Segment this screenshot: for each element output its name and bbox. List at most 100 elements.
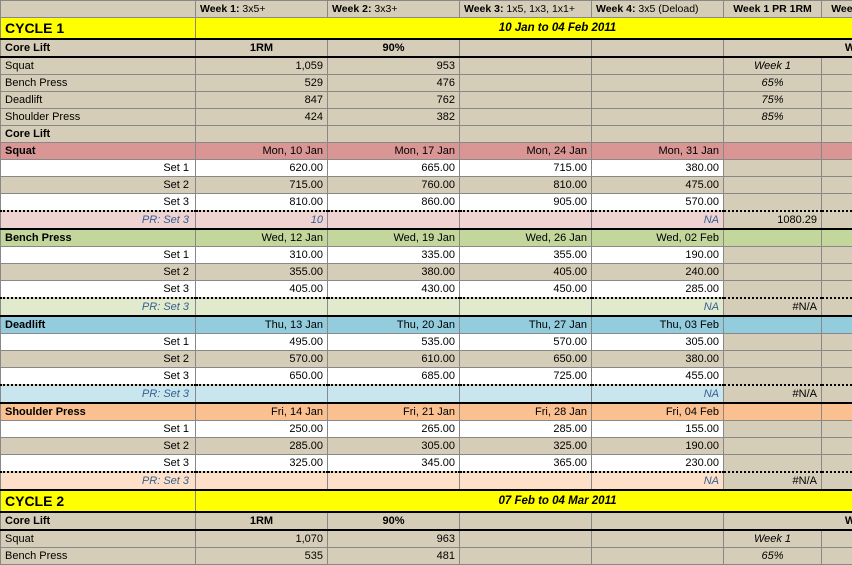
set-value[interactable]: 355.00 <box>196 264 328 281</box>
set-value[interactable]: 345.00 <box>328 455 460 473</box>
set-value[interactable]: 810.00 <box>460 177 592 194</box>
wendler-perc-label: Wendler Perc <box>724 512 852 530</box>
set-value[interactable]: 570.00 <box>196 351 328 368</box>
set-value[interactable]: 285.00 <box>592 281 724 299</box>
set-tail2: 0.00% <box>822 281 852 299</box>
set-label: Set 3 <box>1 368 196 386</box>
set-value[interactable]: 810.00 <box>196 194 328 212</box>
set-value[interactable]: 905.00 <box>460 194 592 212</box>
set-value[interactable]: 455.00 <box>592 368 724 386</box>
set-value[interactable]: 725.00 <box>460 368 592 386</box>
blank <box>460 92 592 109</box>
set-value[interactable]: 715.00 <box>460 160 592 177</box>
wendler-week1: 65% <box>724 75 822 92</box>
set-tail1 <box>724 194 822 212</box>
value-90pct[interactable]: 476 <box>328 75 460 92</box>
set-value[interactable]: 380.00 <box>592 160 724 177</box>
wendler-week1: 65% <box>724 548 822 565</box>
set-tail2 <box>822 421 852 438</box>
blank <box>592 109 724 126</box>
set-value[interactable]: 475.00 <box>592 177 724 194</box>
set-value[interactable]: 860.00 <box>328 194 460 212</box>
lift-date: Wed, 19 Jan <box>328 229 460 247</box>
value-90pct[interactable]: 481 <box>328 548 460 565</box>
set-value[interactable]: 155.00 <box>592 421 724 438</box>
pr-label: PR: Set 3 <box>1 472 196 490</box>
set-value[interactable]: 450.00 <box>460 281 592 299</box>
set-value[interactable]: 310.00 <box>196 247 328 264</box>
value-1rm[interactable]: 529 <box>196 75 328 92</box>
set-value[interactable]: 430.00 <box>328 281 460 299</box>
set-tail1 <box>724 421 822 438</box>
core-lift-label: Core Lift <box>1 39 196 57</box>
set-tail1 <box>724 247 822 264</box>
pr-reps[interactable]: 10 <box>196 211 328 229</box>
set-tail1 <box>724 160 822 177</box>
set-value[interactable]: 325.00 <box>460 438 592 455</box>
core-lift-label: Core Lift <box>1 512 196 530</box>
set-tail1 <box>724 455 822 473</box>
set-value[interactable]: 230.00 <box>592 455 724 473</box>
pr-reps[interactable] <box>196 385 328 403</box>
set-value[interactable]: 760.00 <box>328 177 460 194</box>
blank <box>592 39 724 57</box>
value-1rm[interactable]: 535 <box>196 548 328 565</box>
set-value[interactable]: 715.00 <box>196 177 328 194</box>
set-tail2 <box>822 438 852 455</box>
set-value[interactable]: 285.00 <box>196 438 328 455</box>
lift-section-name: Shoulder Press <box>1 403 196 421</box>
blank <box>592 75 724 92</box>
set-tail1 <box>724 281 822 299</box>
set-value[interactable]: 405.00 <box>460 264 592 281</box>
set-value[interactable]: 535.00 <box>328 334 460 351</box>
set-value[interactable]: 325.00 <box>196 455 328 473</box>
set-value[interactable]: 570.00 <box>592 194 724 212</box>
pr-reps[interactable] <box>196 472 328 490</box>
value-1rm[interactable]: 1,070 <box>196 530 328 548</box>
set-value[interactable]: 650.00 <box>460 351 592 368</box>
lift-name: Deadlift <box>1 92 196 109</box>
pr-na: NA <box>592 472 724 490</box>
set-value[interactable]: 305.00 <box>328 438 460 455</box>
wendler-week1: Week 1 <box>724 57 822 75</box>
set-value[interactable]: 620.00 <box>196 160 328 177</box>
value-90pct[interactable]: 963 <box>328 530 460 548</box>
set-value[interactable]: 265.00 <box>328 421 460 438</box>
value-90pct[interactable]: 382 <box>328 109 460 126</box>
blank <box>592 530 724 548</box>
set-value[interactable]: 610.00 <box>328 351 460 368</box>
set-value[interactable]: 570.00 <box>460 334 592 351</box>
set-value[interactable]: 305.00 <box>592 334 724 351</box>
set-value[interactable]: 365.00 <box>460 455 592 473</box>
set-tail2: 0.00% <box>822 455 852 473</box>
set-value[interactable]: 285.00 <box>460 421 592 438</box>
blank <box>592 92 724 109</box>
set-value[interactable]: 495.00 <box>196 334 328 351</box>
set-value[interactable]: 190.00 <box>592 247 724 264</box>
set-value[interactable]: 380.00 <box>592 351 724 368</box>
lift-date: Mon, 31 Jan <box>592 143 724 160</box>
value-1rm[interactable]: 424 <box>196 109 328 126</box>
set-value[interactable]: 355.00 <box>460 247 592 264</box>
lift-section-name: Bench Press <box>1 229 196 247</box>
set-value[interactable]: 665.00 <box>328 160 460 177</box>
pr-reps[interactable] <box>196 298 328 316</box>
set-value[interactable]: 405.00 <box>196 281 328 299</box>
set-value[interactable]: 380.00 <box>328 264 460 281</box>
set-label: Set 2 <box>1 177 196 194</box>
set-value[interactable]: 650.00 <box>196 368 328 386</box>
set-value[interactable]: 190.00 <box>592 438 724 455</box>
value-1rm[interactable]: 847 <box>196 92 328 109</box>
value-1rm[interactable]: 1,059 <box>196 57 328 75</box>
value-90pct[interactable]: 762 <box>328 92 460 109</box>
set-value[interactable]: 335.00 <box>328 247 460 264</box>
blank <box>460 530 592 548</box>
lift-name: Bench Press <box>1 548 196 565</box>
set-value[interactable]: 250.00 <box>196 421 328 438</box>
set-value[interactable]: 685.00 <box>328 368 460 386</box>
set-tail1 <box>724 264 822 281</box>
set-tail1 <box>724 351 822 368</box>
set-tail1 <box>724 177 822 194</box>
set-value[interactable]: 240.00 <box>592 264 724 281</box>
value-90pct[interactable]: 953 <box>328 57 460 75</box>
